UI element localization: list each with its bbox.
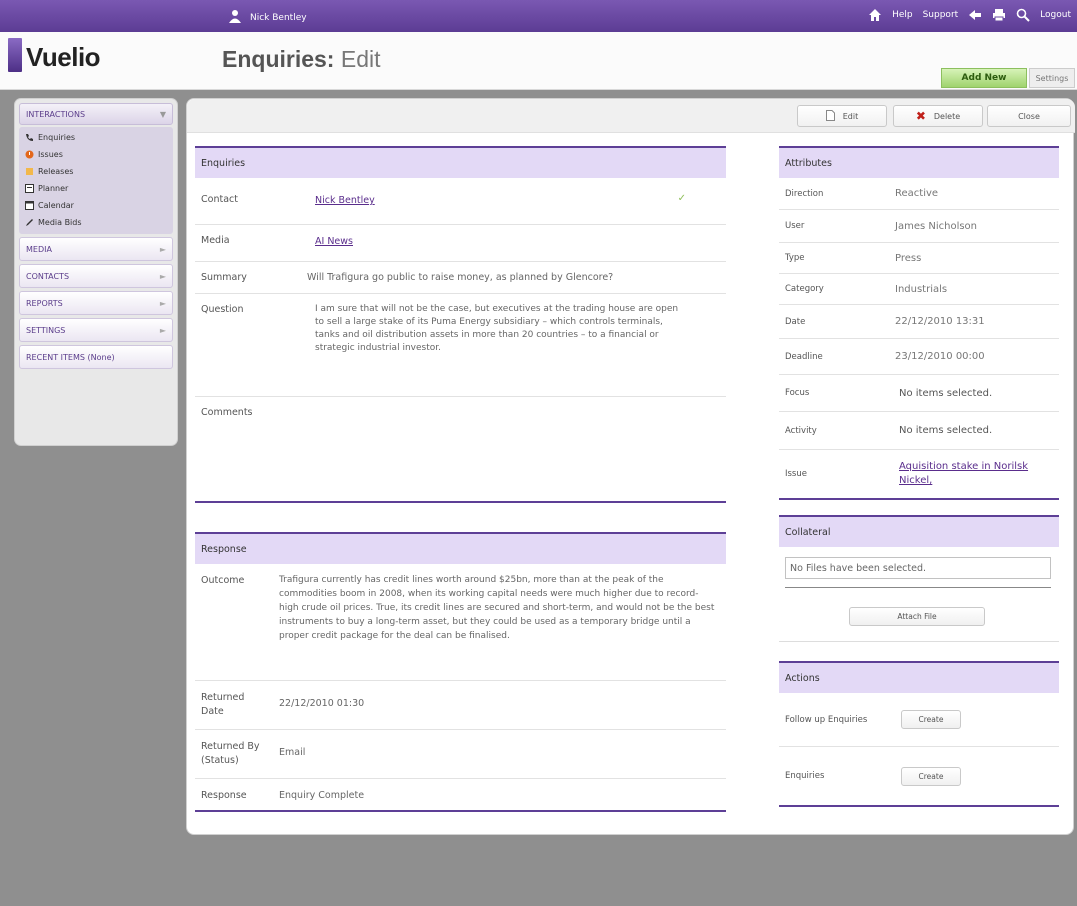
chevron-right-icon: ► [159, 325, 166, 335]
sidebar-section-settings[interactable]: SETTINGS ► [19, 318, 173, 342]
attributes-panel: Attributes Direction Reactive User James… [779, 146, 1059, 500]
issue-icon [25, 150, 34, 159]
calendar-icon [25, 201, 34, 210]
vuelio-logo[interactable]: Vuelio [8, 36, 101, 73]
create-enquiry-button[interactable]: Create [901, 766, 961, 786]
returned-by-value: Email [279, 747, 306, 758]
sidebar-interactions-list: Enquiries Issues Releases Planner Calend… [19, 127, 173, 234]
phone-icon [25, 133, 34, 142]
close-button[interactable]: Close [987, 105, 1071, 127]
attribute-row: Activity No items selected. [779, 412, 1059, 450]
contact-row: Contact Nick Bentley ✓ [195, 178, 726, 225]
attribute-row: Direction Reactive [779, 178, 1059, 210]
sidebar-item-planner[interactable]: Planner [19, 180, 173, 197]
search-icon[interactable] [1016, 8, 1030, 22]
enquiries-panel-title: Enquiries [195, 146, 726, 178]
comments-value[interactable] [301, 397, 726, 501]
main-content: Edit ✖ Delete Close Enquiries Contact Ni… [186, 98, 1075, 835]
returned-date-row: Returned Date 22/12/2010 01:30 [195, 681, 726, 730]
question-row: Question I am sure that will not be the … [195, 294, 726, 397]
attribute-row: Type Press [779, 243, 1059, 274]
attribute-row: Issue Aquisition stake in Norilsk Nickel… [779, 450, 1059, 500]
divider [785, 587, 1051, 588]
contact-link[interactable]: Nick Bentley [315, 195, 375, 206]
page-title: Enquiries: Edit [222, 46, 381, 72]
response-status-row: Response Enquiry Complete [195, 779, 726, 812]
home-icon[interactable] [868, 8, 882, 22]
check-icon[interactable]: ✓ [678, 192, 686, 207]
returned-date-value: 22/12/2010 01:30 [279, 698, 365, 709]
edit-button[interactable]: Edit [797, 105, 887, 127]
back-arrow-icon[interactable] [968, 8, 982, 22]
attach-file-button[interactable]: Attach File [849, 607, 985, 626]
issue-link[interactable]: Aquisition stake in Norilsk Nickel, [899, 460, 1053, 488]
sidebar-section-contacts[interactable]: CONTACTS ► [19, 264, 173, 288]
collateral-panel: Collateral No Files have been selected. … [779, 515, 1059, 642]
logout-link[interactable]: Logout [1040, 10, 1071, 20]
document-icon [825, 109, 835, 123]
sidebar: INTERACTIONS ▼ Enquiries Issues Releases… [14, 98, 178, 446]
actions-panel-title: Actions [779, 661, 1059, 693]
user-icon [228, 9, 242, 26]
sidebar-item-enquiries[interactable]: Enquiries [19, 129, 173, 146]
response-panel: Response Outcome Trafigura currently has… [195, 532, 726, 812]
action-row-follow-up: Follow up Enquiries Create [779, 693, 1059, 747]
collateral-panel-title: Collateral [779, 515, 1059, 547]
question-value: I am sure that will not be the case, but… [315, 304, 679, 354]
outcome-value: Trafigura currently has credit lines wor… [279, 575, 715, 641]
summary-row: Summary Will Trafigura go public to rais… [195, 262, 726, 294]
sidebar-interactions-header[interactable]: INTERACTIONS ▼ [19, 103, 173, 125]
support-link[interactable]: Support [923, 10, 959, 20]
current-user[interactable]: Nick Bentley [228, 9, 307, 26]
sidebar-section-media[interactable]: MEDIA ► [19, 237, 173, 261]
attribute-row: Date 22/12/2010 13:31 [779, 305, 1059, 339]
attribute-row: Focus No items selected. [779, 375, 1059, 412]
attribute-row: Category Industrials [779, 274, 1059, 305]
logo-mark-icon [8, 37, 22, 72]
delete-button[interactable]: ✖ Delete [893, 105, 983, 127]
logo-text: Vuelio [26, 42, 101, 72]
enquiries-panel: Enquiries Contact Nick Bentley ✓ Media A… [195, 146, 726, 503]
summary-value: Will Trafigura go public to raise money,… [307, 272, 614, 283]
top-bar: Nick Bentley Help Support Logout [0, 0, 1077, 32]
top-nav: Help Support Logout [868, 8, 1071, 22]
sidebar-section-reports[interactable]: REPORTS ► [19, 291, 173, 315]
pen-icon [25, 218, 34, 227]
user-name: Nick Bentley [250, 12, 307, 23]
sidebar-item-releases[interactable]: Releases [19, 163, 173, 180]
create-follow-up-button[interactable]: Create [901, 710, 961, 729]
sidebar-section-recent-items[interactable]: RECENT ITEMS (None) [19, 345, 173, 369]
attribute-row: User James Nicholson [779, 210, 1059, 243]
help-link[interactable]: Help [892, 10, 913, 20]
sidebar-item-media-bids[interactable]: Media Bids [19, 214, 173, 231]
response-value: Enquiry Complete [279, 790, 365, 801]
delete-x-icon: ✖ [915, 109, 926, 123]
action-row-enquiries: Enquiries Create [779, 747, 1059, 807]
returned-by-row: Returned By (Status) Email [195, 730, 726, 779]
attribute-row: Deadline 23/12/2010 00:00 [779, 339, 1059, 375]
chevron-right-icon: ► [159, 271, 166, 281]
divider [779, 641, 1059, 642]
comments-row: Comments [195, 397, 726, 503]
actions-panel: Actions Follow up Enquiries Create Enqui… [779, 661, 1059, 807]
page-subtitle: Edit [340, 46, 381, 72]
record-toolbar: Edit ✖ Delete Close [187, 99, 1075, 133]
add-new-button[interactable]: Add New [941, 68, 1027, 88]
chevron-down-icon: ▼ [159, 109, 166, 119]
sidebar-item-issues[interactable]: Issues [19, 146, 173, 163]
outcome-row: Outcome Trafigura currently has credit l… [195, 564, 726, 681]
settings-button[interactable]: Settings [1029, 68, 1075, 88]
media-row: Media AI News [195, 225, 726, 262]
sidebar-item-calendar[interactable]: Calendar [19, 197, 173, 214]
media-link[interactable]: AI News [315, 236, 353, 247]
response-panel-title: Response [195, 532, 726, 564]
collateral-files-box: No Files have been selected. [785, 557, 1051, 579]
chevron-right-icon: ► [159, 244, 166, 254]
print-icon[interactable] [992, 8, 1006, 22]
planner-icon [25, 184, 34, 193]
attributes-panel-title: Attributes [779, 146, 1059, 178]
release-icon [25, 167, 34, 176]
chevron-right-icon: ► [159, 298, 166, 308]
page-header [0, 32, 1077, 90]
